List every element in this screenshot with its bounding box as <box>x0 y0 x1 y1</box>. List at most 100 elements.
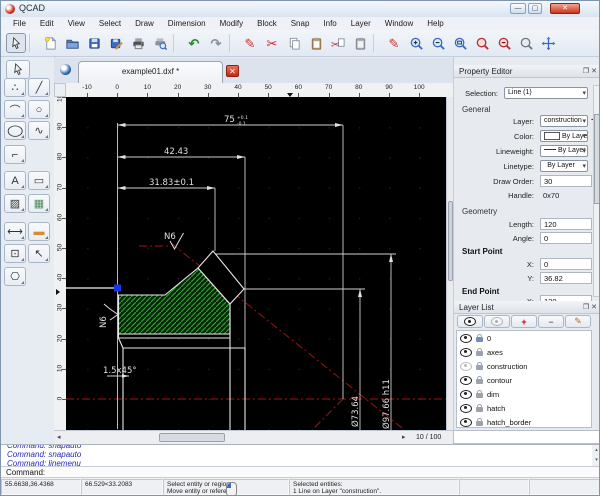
shape-tool-button[interactable]: ▭ <box>28 171 50 190</box>
arc-tool-button[interactable]: ⌒ <box>4 100 26 119</box>
hatch-tool-button[interactable]: ▨ <box>4 194 26 213</box>
layer-hidden-eye-icon[interactable] <box>460 362 472 371</box>
scroll-right-arrow-icon[interactable]: ▸ <box>402 434 406 442</box>
spline-tool-button[interactable]: ∿ <box>28 121 50 140</box>
menu-file[interactable]: File <box>7 18 32 29</box>
document-tab[interactable]: example01.dxf * <box>78 61 223 83</box>
menu-block[interactable]: Block <box>251 18 283 29</box>
cut-button[interactable]: ✂ <box>262 33 282 53</box>
zoom-window-button[interactable] <box>450 33 470 53</box>
zoom-redraw-button[interactable] <box>516 33 536 53</box>
layer-visible-eye-icon[interactable] <box>460 334 472 343</box>
print-preview-button[interactable] <box>150 33 170 53</box>
selection-handle[interactable] <box>114 285 121 292</box>
selection-combobox[interactable]: Line (1) <box>504 87 588 99</box>
lineweight-combobox[interactable]: By Layer <box>540 145 588 157</box>
menu-info[interactable]: Info <box>317 18 342 29</box>
float-panel-icon[interactable]: ❐ <box>583 304 591 311</box>
zoom-previous-button[interactable] <box>494 33 514 53</box>
tab-close-icon[interactable]: ✕ <box>226 65 239 77</box>
layer-lock-icon[interactable] <box>476 393 483 398</box>
circle-tool-button[interactable]: ○ <box>28 100 50 119</box>
history-scrollbar[interactable]: ▴▾ <box>592 445 600 466</box>
menu-snap[interactable]: Snap <box>285 18 316 29</box>
draw-pen-button[interactable]: ✎ <box>384 33 404 53</box>
property-editor-scrollbar[interactable] <box>593 85 600 297</box>
minimize-button[interactable]: — <box>510 3 526 14</box>
menu-draw[interactable]: Draw <box>129 18 160 29</box>
add-layer-button[interactable]: + <box>511 315 537 328</box>
block-tool-button[interactable]: ⊡ <box>4 244 26 263</box>
layer-combobox[interactable]: construction <box>540 115 588 127</box>
layer-row-contour[interactable]: contour <box>457 373 591 387</box>
scroll-left-arrow-icon[interactable]: ◂ <box>57 434 61 442</box>
command-prompt-row[interactable]: Command: <box>1 467 600 478</box>
layer-lock-icon[interactable] <box>476 351 483 356</box>
image-tool-button[interactable]: ▦ <box>28 194 50 213</box>
select-button[interactable] <box>6 33 26 53</box>
menu-dimension[interactable]: Dimension <box>162 18 212 29</box>
menu-edit[interactable]: Edit <box>34 18 60 29</box>
layer-row-0[interactable]: 0 <box>457 331 591 345</box>
layer-visible-eye-icon[interactable] <box>460 376 472 385</box>
layer-row-axes[interactable]: axes <box>457 345 591 359</box>
remove-layer-button[interactable]: − <box>538 315 564 328</box>
menu-window[interactable]: Window <box>379 18 419 29</box>
copy-button[interactable] <box>284 33 304 53</box>
pan-button[interactable] <box>538 33 558 53</box>
layer-row-hatch[interactable]: hatch <box>457 401 591 415</box>
palette-select-button[interactable] <box>6 60 30 79</box>
close-button[interactable]: ✕ <box>550 3 580 14</box>
paste-with-reference-button[interactable] <box>350 33 370 53</box>
open-file-button[interactable] <box>62 33 82 53</box>
print-button[interactable] <box>128 33 148 53</box>
hide-all-layers-button[interactable] <box>484 315 510 328</box>
line-tool-button[interactable]: ╱ <box>28 78 50 97</box>
dimension-tool-button[interactable]: ⟷ <box>4 222 26 241</box>
layer-visible-eye-icon[interactable] <box>460 348 472 357</box>
linetype-combobox[interactable]: By Layer <box>540 160 588 172</box>
layer-visible-eye-icon[interactable] <box>460 418 472 427</box>
save-as-button[interactable] <box>106 33 126 53</box>
color-combobox[interactable]: By Layer <box>540 130 588 142</box>
command-history[interactable]: Command: snapautoCommand: snapautoComman… <box>1 444 600 467</box>
layer-lock-icon[interactable] <box>476 407 483 412</box>
layer-row-dim[interactable]: dim <box>457 387 591 401</box>
horizontal-scrollbar-thumb[interactable] <box>159 433 225 442</box>
lineweight-tool-button[interactable]: ▬ <box>28 222 50 241</box>
property-editor-scrollbar-thumb[interactable] <box>594 114 600 204</box>
point-tool-button[interactable]: ∴ <box>4 78 26 97</box>
redo-button[interactable]: ↷ <box>206 33 226 53</box>
zoom-auto-button[interactable] <box>472 33 492 53</box>
length-input[interactable]: 120 <box>540 218 592 230</box>
show-all-layers-button[interactable] <box>457 315 483 328</box>
layer-lock-icon[interactable] <box>476 365 483 370</box>
vertical-scrollbar[interactable] <box>446 97 453 430</box>
float-panel-icon[interactable]: ❐ <box>583 68 591 75</box>
text-tool-button[interactable]: A <box>4 171 26 190</box>
zoom-out-button[interactable] <box>428 33 448 53</box>
layer-lock-icon[interactable] <box>476 379 483 384</box>
menu-select[interactable]: Select <box>93 18 127 29</box>
menu-layer[interactable]: Layer <box>345 18 377 29</box>
close-panel-icon[interactable]: ✕ <box>591 304 599 311</box>
close-panel-icon[interactable]: ✕ <box>591 68 599 75</box>
polyline-tool-button[interactable]: ⌐ <box>4 145 26 164</box>
new-file-button[interactable] <box>40 33 60 53</box>
pen-edit-button[interactable]: ✎ <box>240 33 260 53</box>
start-y-input[interactable]: 36.82 <box>540 272 592 284</box>
undo-button[interactable]: ↶ <box>184 33 204 53</box>
menu-help[interactable]: Help <box>421 18 449 29</box>
ellipse-tool-button[interactable]: ◯ <box>4 121 26 140</box>
save-button[interactable] <box>84 33 104 53</box>
layer-row-hatch_border[interactable]: hatch_border <box>457 415 591 428</box>
cut-with-reference-button[interactable]: ✂ <box>328 33 348 53</box>
horizontal-scrollbar[interactable]: ◂ ▸ 10 / 100 <box>54 430 453 444</box>
drawing-canvas[interactable]: 75 +0.1 -0.1 42.43 31.83±0.1 1.5x45° N6 … <box>66 97 446 430</box>
layer-row-construction[interactable]: construction <box>457 359 591 373</box>
draw-order-input[interactable]: 30 <box>540 175 592 187</box>
menu-view[interactable]: View <box>62 18 91 29</box>
angle-input[interactable]: 0 <box>540 232 592 244</box>
edit-layer-button[interactable]: ✎ <box>565 315 591 328</box>
start-x-input[interactable]: 0 <box>540 258 592 270</box>
